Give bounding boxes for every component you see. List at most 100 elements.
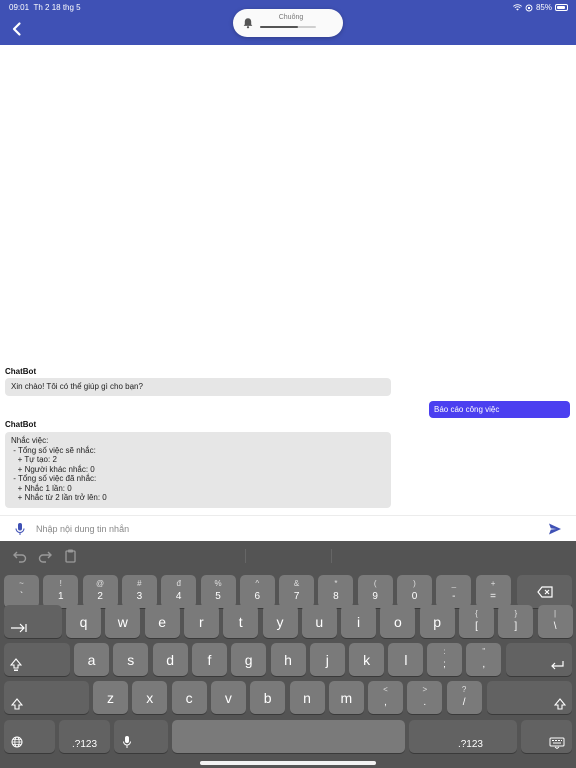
key-p[interactable]: p [419, 605, 455, 638]
key-u[interactable]: u [301, 605, 337, 638]
key-n[interactable]: n [289, 681, 325, 714]
key-5[interactable]: % 5 [200, 575, 236, 608]
key-top-label: } [514, 609, 518, 618]
volume-hud: Chuông [233, 9, 343, 37]
key-label: d [166, 652, 174, 668]
key-b[interactable]: b [250, 681, 286, 714]
key-symbol-1[interactable]: }] [498, 605, 534, 638]
key-bottom-label: 0 [411, 591, 418, 602]
key-top-label: ) [413, 579, 416, 588]
key-f[interactable]: f [191, 643, 227, 676]
key-label: z [107, 690, 114, 706]
send-button[interactable] [548, 522, 562, 536]
message-input[interactable] [36, 521, 526, 537]
key-3[interactable]: #3 [121, 575, 157, 608]
keyboard-shortcut-bar [0, 541, 576, 571]
key-symbol-2[interactable]: | \ [537, 605, 573, 638]
divider [331, 549, 332, 563]
tab-key[interactable] [4, 605, 62, 638]
key-7[interactable]: & 7 [279, 575, 315, 608]
key-top-label: ? [461, 685, 467, 694]
key-8[interactable]: * 8 [318, 575, 354, 608]
key-top-label: & [293, 579, 300, 588]
redo-icon[interactable] [37, 548, 53, 564]
home-indicator[interactable] [200, 761, 376, 765]
key-label: w [117, 614, 128, 630]
return-icon [550, 657, 564, 675]
key-top-label: ~ [19, 579, 24, 588]
key-=[interactable]: + = [475, 575, 511, 608]
key-top-label: ! [59, 579, 62, 588]
key-top-label: _ [451, 579, 457, 588]
key-t[interactable]: t [223, 605, 259, 638]
numbers-key-right[interactable]: .?123 [409, 720, 517, 753]
key-bottom-label: , [482, 659, 486, 670]
key-symbol-5[interactable]: <, [368, 681, 403, 714]
return-key[interactable] [506, 643, 572, 676]
key-symbol-4[interactable]: ", [466, 643, 502, 676]
key-bottom-label: [ [475, 621, 478, 632]
numbers-key-left[interactable]: .?123 [59, 720, 110, 753]
key-y[interactable]: y [262, 605, 298, 638]
key-s[interactable]: s [113, 643, 149, 676]
key-top-label: ( [373, 579, 377, 588]
volume-level-fill [260, 26, 299, 28]
key-r[interactable]: r [183, 605, 219, 638]
space-bar[interactable] [172, 720, 405, 753]
key-a[interactable]: a [74, 643, 109, 676]
back-button[interactable] [8, 20, 26, 38]
bell-icon [243, 18, 253, 29]
bot-message-bubble: Nhắc việc: - Tổng số việc sẽ nhắc: + Tự … [5, 432, 391, 508]
key-top-label: | [554, 609, 557, 618]
key-x[interactable]: x [132, 681, 168, 714]
key-1[interactable]: ! 1 [43, 575, 79, 608]
key-bottom-label: 4 [175, 591, 182, 602]
key-e[interactable]: e [144, 605, 180, 638]
backspace-icon [537, 585, 553, 603]
key-6[interactable]: ^ 6 [239, 575, 275, 608]
shift-icon [553, 697, 567, 715]
shift-key-left[interactable] [4, 681, 89, 714]
key-`[interactable]: ~ ` [4, 575, 39, 608]
key-symbol-6[interactable]: >. [407, 681, 443, 714]
key-m[interactable]: m [328, 681, 364, 714]
key-k[interactable]: k [349, 643, 385, 676]
dictation-key[interactable] [114, 720, 168, 753]
shift-key-right[interactable] [487, 681, 572, 714]
key-0[interactable]: ) 0 [397, 575, 432, 608]
caps-lock-key[interactable] [4, 643, 70, 676]
key-l[interactable]: l [388, 643, 424, 676]
undo-icon[interactable] [12, 548, 28, 564]
key-z[interactable]: z [93, 681, 128, 714]
key--[interactable]: _ - [436, 575, 472, 608]
key-j[interactable]: j [309, 643, 345, 676]
key-g[interactable]: g [231, 643, 267, 676]
key-c[interactable]: c [171, 681, 207, 714]
key-label: c [185, 690, 193, 706]
key-bottom-label: , [384, 697, 387, 708]
key-2[interactable]: @2 [82, 575, 118, 608]
status-date: Th 2 18 thg 5 [33, 3, 81, 12]
key-top-label: ^ [255, 579, 260, 588]
key-q[interactable]: q [66, 605, 101, 638]
key-v[interactable]: v [210, 681, 246, 714]
key-i[interactable]: i [341, 605, 377, 638]
key-symbol-3[interactable]: :; [427, 643, 462, 676]
hide-keyboard-key[interactable] [521, 720, 572, 753]
microphone-button[interactable] [14, 522, 26, 536]
key-w[interactable]: w [105, 605, 141, 638]
key-bottom-label: 8 [333, 591, 339, 602]
key-4[interactable]: đ4 [161, 575, 197, 608]
key-symbol-0[interactable]: {[ [459, 605, 494, 638]
clipboard-icon[interactable] [62, 548, 78, 564]
key-symbol-7[interactable]: ? / [446, 681, 482, 714]
key-d[interactable]: d [152, 643, 188, 676]
key-h[interactable]: h [270, 643, 306, 676]
key-o[interactable]: o [380, 605, 416, 638]
key-label: v [224, 690, 232, 706]
backspace-key[interactable] [517, 575, 572, 608]
key-bottom-label: - [452, 591, 456, 602]
globe-key[interactable] [4, 720, 55, 753]
key-9[interactable]: (9 [357, 575, 393, 608]
key-label: x [146, 690, 154, 706]
